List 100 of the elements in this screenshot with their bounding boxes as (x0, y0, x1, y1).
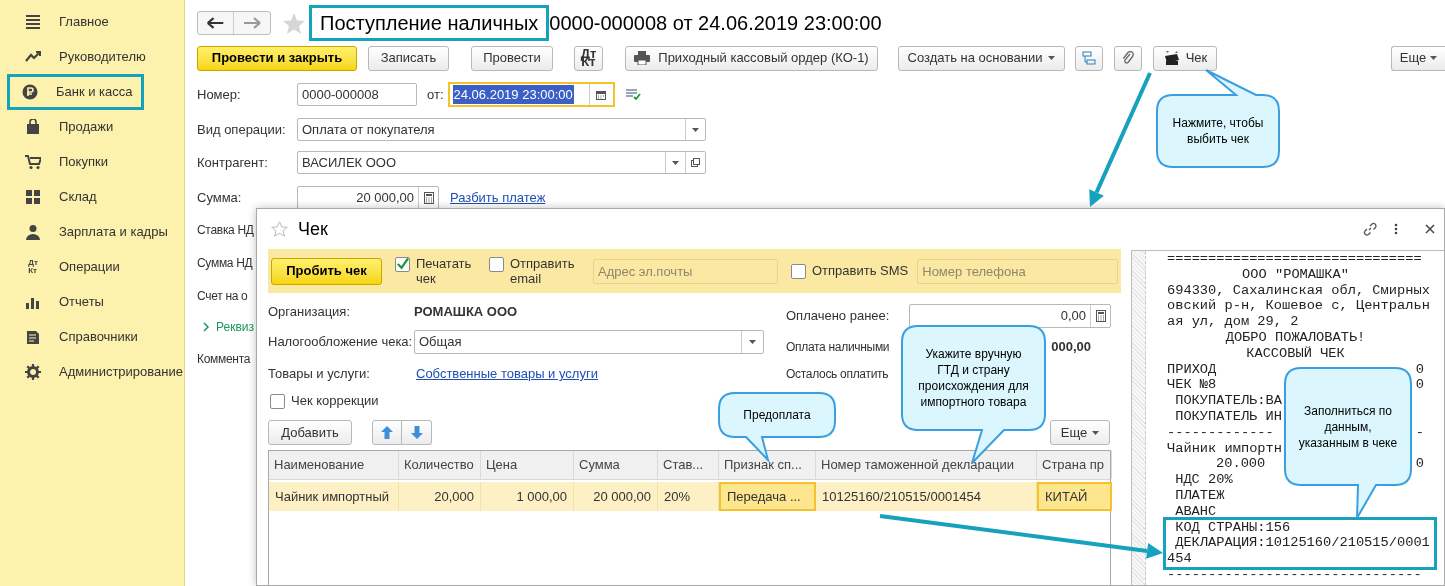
field-label: Осталось оплатить (786, 366, 889, 383)
caret-icon (672, 160, 679, 165)
checkbox-label: Чек коррекции (291, 392, 379, 411)
callout-text: Заполниться по данным, указанным в чеке (1298, 402, 1398, 451)
receipt-line: ООО "РОМАШКА" (1242, 266, 1349, 283)
star-icon[interactable] (283, 12, 305, 34)
column-header[interactable]: Наименование (269, 451, 399, 479)
star-icon[interactable] (271, 221, 288, 237)
field-label: Номер: (197, 85, 242, 104)
email-field[interactable]: Адрес эл.почты (593, 258, 778, 284)
accounting-button[interactable]: Дт Кт (574, 45, 603, 71)
move-up-button[interactable] (372, 420, 402, 445)
taxation-select[interactable]: Общая (414, 330, 764, 354)
sidebar-item[interactable]: Отчеты (16, 283, 115, 320)
caret-icon (1048, 56, 1056, 60)
document-check-icon[interactable] (624, 88, 641, 101)
table-cell[interactable]: 20 000,00 (574, 482, 658, 511)
structure-button[interactable] (1075, 45, 1103, 71)
printer-icon (634, 51, 651, 65)
receipt-line: - (1415, 424, 1424, 441)
receipt-line: ПРИХОД (1167, 361, 1217, 378)
bag-icon (25, 118, 41, 135)
sidebar-item[interactable]: Покупки (16, 143, 119, 180)
sidebar-item[interactable]: Банк и касса (7, 73, 144, 110)
checkbox[interactable] (270, 393, 285, 409)
column-header[interactable]: Став... (658, 451, 719, 479)
table-cell[interactable]: Передача ... (719, 482, 816, 511)
receipt-line: =============================== (1167, 251, 1422, 267)
column-header[interactable]: Количество (399, 451, 481, 479)
section-toggle[interactable]: Реквиз (197, 320, 254, 334)
field-label: Организация: (268, 303, 352, 322)
column-header[interactable]: Цена (481, 451, 574, 479)
checkbox-label: Печатать чек (416, 255, 473, 286)
field-label: от: (427, 85, 444, 104)
more-button[interactable]: Еще (1050, 420, 1110, 445)
table-row[interactable]: Чайник импортный 20,000 1 000,00 20 000,00 20% Передача ... 10125160/210515/0001454 КИТАЙ (269, 482, 1110, 511)
print-receipt-button[interactable]: Пробить чек (271, 257, 382, 285)
date-field[interactable]: 24.06.2019 23:00:00 (447, 82, 615, 107)
create-based-on-button[interactable]: Создать на основании (898, 45, 1065, 71)
field-label: Налогообложение чека: (268, 333, 414, 352)
accounting-icon: Дт Кт (28, 258, 38, 275)
field-label: Сумма НД (197, 255, 253, 271)
move-down-button[interactable] (402, 420, 432, 445)
grid-icon (25, 188, 41, 205)
checkbox[interactable] (791, 263, 806, 279)
dialog-title: Чек (298, 217, 328, 241)
open-icon (691, 158, 700, 167)
attach-button[interactable] (1114, 45, 1142, 71)
paid-before-field[interactable]: 0,00 (909, 304, 1111, 328)
operation-select[interactable]: Оплата от покупателя (297, 118, 706, 141)
toolbar-button[interactable]: Записать (368, 45, 449, 71)
link-icon[interactable] (1362, 221, 1378, 237)
sidebar-item[interactable]: Продажи (16, 108, 125, 145)
counterparty-select[interactable]: ВАСИЛЕК ООО (297, 151, 706, 174)
more-icon[interactable] (1394, 223, 1398, 235)
caret-icon (1092, 430, 1100, 435)
post-and-close-button[interactable]: Провести и закрыть (197, 45, 357, 71)
receipt-line: ПОКУПАТЕЛЬ ИН (1175, 408, 1282, 425)
receipt-line: 0 (1415, 456, 1424, 473)
caret-icon (749, 340, 756, 344)
amount-field[interactable]: 20 000,00 (297, 186, 439, 209)
caret-icon (1430, 56, 1438, 60)
receipt-line: овский р-н, Кошевое с, Центральн (1167, 298, 1430, 315)
table-cell[interactable]: Чайник импортный (269, 482, 399, 511)
sidebar-item[interactable]: Администрирование (16, 353, 194, 390)
book-icon (25, 328, 41, 345)
field-label: Оплачено ранее: (786, 307, 891, 326)
field-label: Товары и услуги: (268, 365, 371, 384)
structure-icon (1082, 51, 1096, 65)
cash-value: 000,00 (1051, 338, 1091, 357)
print-order-button[interactable]: Приходный кассовый ордер (КО-1) (625, 45, 878, 71)
sidebar-item[interactable]: Справочники (16, 318, 149, 355)
checkbox[interactable] (489, 256, 504, 272)
field-label: Ставка НД (197, 222, 254, 238)
more-button[interactable]: Еще (1391, 45, 1445, 71)
checkbox[interactable] (395, 256, 410, 272)
table-cell[interactable]: 20,000 (399, 482, 481, 511)
number-field[interactable]: 0000-000008 (297, 83, 417, 106)
toolbar-button[interactable]: Провести (471, 45, 553, 71)
receipt-line: НДС 20% (1175, 472, 1233, 488)
phone-field[interactable]: Номер телефона (917, 258, 1119, 284)
sidebar-item[interactable]: Руководителю (16, 38, 157, 75)
close-icon[interactable] (1425, 224, 1435, 234)
sidebar-item[interactable]: Склад (16, 178, 108, 215)
field-label: Вид операции: (197, 120, 287, 139)
goods-link[interactable]: Собственные товары и услуги (416, 364, 598, 384)
arrow-down-icon (410, 426, 423, 439)
split-payment-link[interactable]: Разбить платеж (450, 187, 546, 208)
receipt-button[interactable]: Чек (1153, 45, 1217, 71)
column-header[interactable]: Сумма (574, 451, 658, 479)
sidebar-item[interactable]: Дт Кт Операции (16, 248, 131, 285)
sidebar-item[interactable]: Зарплата и кадры (16, 213, 179, 250)
callout-text: Предоплата (743, 407, 811, 423)
column-header[interactable]: Страна пр (1037, 451, 1112, 479)
add-button[interactable]: Добавить (268, 420, 352, 445)
table-cell[interactable]: 1 000,00 (481, 482, 574, 511)
table-cell[interactable]: КИТАЙ (1037, 482, 1112, 511)
receipt-line: Чайник импортн (1167, 440, 1282, 457)
sidebar-item[interactable]: Главное (16, 3, 120, 40)
document-subtitle: 0000-000008 от 24.06.2019 23:00:00 (549, 11, 882, 36)
